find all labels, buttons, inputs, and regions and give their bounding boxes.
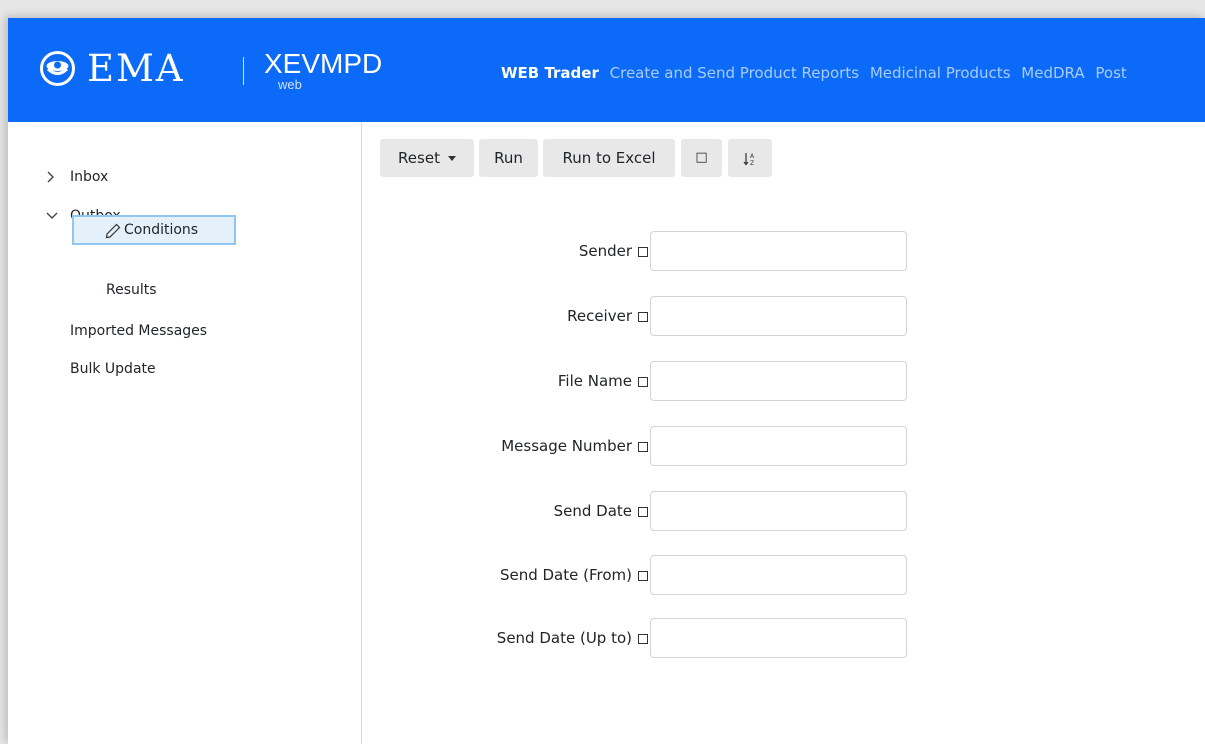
sender-label: Sender	[579, 242, 648, 260]
sidebar: Inbox Outbox Conditions Results Imported…	[8, 122, 362, 744]
sidebar-item-label: Bulk Update	[70, 361, 156, 377]
field-label-text: Sender	[578, 242, 632, 260]
sidebar-item-label: Results	[106, 282, 157, 298]
field-label-text: Receiver	[567, 307, 632, 325]
run-to-excel-button[interactable]: Run to Excel	[543, 139, 675, 177]
nav-medicinal-products[interactable]: Medicinal Products	[870, 64, 1011, 82]
sidebar-item-label: Inbox	[70, 169, 109, 185]
sidebar-item-label: Imported Messages	[70, 323, 208, 339]
file-name-label: File Name	[558, 372, 648, 390]
ema-logo-icon	[40, 51, 75, 86]
file-name-input[interactable]	[650, 361, 907, 401]
field-label-text: Send Date	[553, 502, 632, 520]
message-number-input[interactable]	[650, 426, 907, 466]
app-name-suffix: web	[278, 77, 302, 92]
message-number-label: Message Number	[501, 437, 648, 455]
square-icon: □	[695, 150, 708, 165]
receiver-label: Receiver	[567, 307, 648, 325]
receiver-input[interactable]	[650, 296, 907, 336]
ema-logo-text[interactable]: EMA	[87, 45, 185, 93]
receiver-checkbox[interactable]	[638, 312, 648, 322]
nav-meddra[interactable]: MedDRA	[1021, 64, 1084, 82]
run-button[interactable]: Run	[479, 139, 538, 177]
send-date-from-checkbox[interactable]	[638, 571, 648, 581]
send-date-input[interactable]	[650, 491, 907, 531]
nav-web-trader[interactable]: WEB Trader	[501, 64, 599, 82]
file-name-checkbox[interactable]	[638, 377, 648, 387]
send-date-up-to-input[interactable]	[650, 618, 907, 658]
toggle-square-button[interactable]: □	[681, 139, 722, 177]
field-label-text: Message Number	[501, 437, 632, 455]
sidebar-item-results[interactable]: Results	[106, 281, 157, 299]
sender-checkbox[interactable]	[638, 247, 648, 257]
sort-icon: A Z	[743, 152, 755, 167]
svg-text:Z: Z	[750, 160, 754, 167]
send-date-from-label: Send Date (From)	[500, 566, 648, 584]
nav-create-send-product-reports[interactable]: Create and Send Product Reports	[610, 64, 859, 82]
reset-button-label: Reset	[398, 149, 440, 167]
run-to-excel-button-label: Run to Excel	[562, 149, 656, 167]
field-label-text: File Name	[557, 372, 632, 390]
sidebar-item-imported-messages[interactable]: Imported Messages	[70, 322, 207, 340]
field-label-text: Send Date (From)	[499, 566, 632, 584]
sidebar-item-conditions[interactable]: Conditions	[72, 215, 236, 245]
app-name[interactable]: XEVMPD	[264, 48, 382, 80]
reset-button[interactable]: Reset	[380, 139, 474, 177]
field-label-text: Send Date (Up to)	[496, 629, 632, 647]
sidebar-item-bulk-update[interactable]: Bulk Update	[70, 360, 156, 378]
main-nav: WEB Trader Create and Send Product Repor…	[501, 64, 1133, 82]
main-panel: Reset Run Run to Excel □ A Z Sender Rece…	[362, 122, 1205, 744]
send-date-up-to-label: Send Date (Up to)	[497, 629, 648, 647]
message-number-checkbox[interactable]	[638, 442, 648, 452]
caret-down-icon	[447, 156, 456, 161]
chevron-right-icon	[47, 171, 54, 183]
chevron-down-icon	[46, 212, 58, 219]
top-header: EMA XEVMPD web WEB Trader Create and Sen…	[8, 18, 1205, 122]
send-date-checkbox[interactable]	[638, 507, 648, 517]
send-date-up-to-checkbox[interactable]	[638, 634, 648, 644]
svg-text:A: A	[750, 153, 755, 160]
logo-divider	[243, 57, 244, 85]
send-date-label: Send Date	[554, 502, 648, 520]
send-date-from-input[interactable]	[650, 555, 907, 595]
nav-post[interactable]: Post	[1095, 64, 1126, 82]
pencil-icon	[105, 223, 121, 239]
sender-input[interactable]	[650, 231, 907, 271]
sort-button[interactable]: A Z	[728, 139, 772, 177]
app-window: EMA XEVMPD web WEB Trader Create and Sen…	[8, 18, 1205, 744]
run-button-label: Run	[494, 149, 523, 167]
